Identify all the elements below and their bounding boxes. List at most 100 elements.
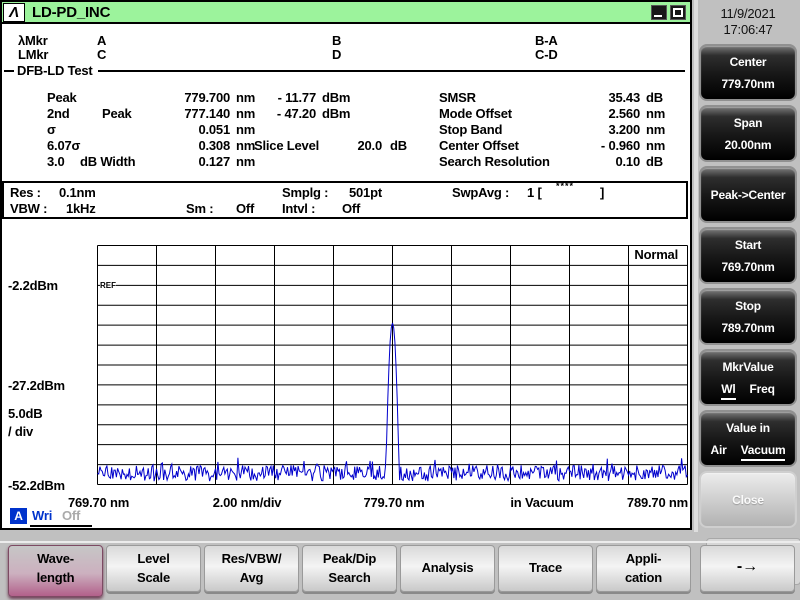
stop-wavelength-button[interactable]: Stop 789.70nm <box>699 288 797 345</box>
interval-label: Intvl : <box>282 201 315 216</box>
res-label: Res : <box>10 185 41 200</box>
spectrum-plot-area: Normal REF <box>97 245 688 485</box>
marker-b-a-label: B-A <box>535 33 558 47</box>
window-title: LD-PD_INC <box>32 4 110 21</box>
peak-level-value: - 11.77 <box>250 90 316 106</box>
center-wavelength-button[interactable]: Center 779.70nm <box>699 44 797 101</box>
tab-trace-label: Trace <box>499 560 592 575</box>
interval-value: Off <box>342 201 360 216</box>
y-axis-mid-level-label: -27.2dBm <box>8 378 65 392</box>
maximize-icon[interactable] <box>670 5 686 20</box>
smooth-label: Sm : <box>186 201 213 216</box>
start-wavelength-button[interactable]: Start 769.70nm <box>699 227 797 284</box>
marker-d-label: D <box>332 47 341 61</box>
marker-value-toggle-button[interactable]: MkrValue Wl Freq <box>699 349 797 406</box>
marker-a-label: A <box>97 33 106 47</box>
tab-application-line2: cation <box>597 570 690 585</box>
value-in-toggle-button[interactable]: Value in Air Vacuum <box>699 410 797 467</box>
mode-offset-value: 2.560 <box>554 106 640 122</box>
search-resolution-label: Search Resolution <box>439 154 550 170</box>
value-in-vacuum-option[interactable]: Vacuum <box>741 443 786 461</box>
smooth-value: Off <box>236 201 254 216</box>
sweep-average-value: 1 [ <box>527 185 542 200</box>
db-width-value: 0.127 <box>152 154 230 170</box>
trace-write-mode-label: Wri <box>32 508 52 523</box>
span-button-value: 20.00nm <box>701 138 795 152</box>
x-axis-per-div-label: 2.00 nm/div <box>192 495 302 509</box>
six-sigma-label: 6.07σ <box>47 138 80 154</box>
value-in-label: Value in <box>701 421 795 435</box>
wavelength-marker-label: λMkr <box>18 33 48 47</box>
center-button-value: 779.70nm <box>701 77 795 91</box>
sampling-label: Smplg : <box>282 185 328 200</box>
mkrvalue-frequency-option[interactable]: Freq <box>750 382 775 400</box>
mkrvalue-wavelength-option[interactable]: Wl <box>721 382 735 400</box>
sweep-average-progress: **** <box>556 181 574 196</box>
center-offset-unit: nm <box>646 138 665 154</box>
db-width-unit: nm <box>236 154 255 170</box>
tab-trace[interactable]: Trace <box>498 545 593 592</box>
tab-application-line1: Appli- <box>597 551 690 566</box>
brand-logo-icon: Λ <box>3 3 25 22</box>
mode-offset-label: Mode Offset <box>439 106 512 122</box>
slice-level-label: Slice Level <box>254 138 319 154</box>
more-arrow-icon: -→ <box>701 558 794 576</box>
datetime-display: 11/9/2021 17:06:47 <box>700 6 796 38</box>
sidebar-edge <box>694 0 698 532</box>
mkrvalue-label: MkrValue <box>701 360 795 374</box>
six-sigma-value: 0.308 <box>152 138 230 154</box>
sigma-label: σ <box>47 122 56 138</box>
sweep-average-label: SwpAvg : <box>452 185 509 200</box>
title-bar: Λ LD-PD_INC <box>2 2 690 24</box>
y-axis-ref-level-label: -2.2dBm <box>8 278 58 292</box>
sweep-settings-box: Res : 0.1nm Smplg : 501pt SwpAvg : 1 [ *… <box>2 181 688 219</box>
trace-off-state-label: Off <box>62 508 80 523</box>
tab-peak-dip-search-line2: Search <box>303 570 396 585</box>
peak-label: Peak <box>47 90 77 106</box>
tab-application[interactable]: Appli- cation <box>596 545 691 592</box>
second-peak-level-value: - 47.20 <box>250 106 316 122</box>
tab-peak-dip-search[interactable]: Peak/Dip Search <box>302 545 397 592</box>
x-axis-start-label: 769.70 nm <box>68 495 129 509</box>
stop-band-unit: nm <box>646 122 665 138</box>
db-width-label2: dB Width <box>80 154 135 170</box>
second-peak-wavelength-value: 777.140 <box>152 106 230 122</box>
search-resolution-value: 0.10 <box>554 154 640 170</box>
start-button-label: Start <box>701 238 795 252</box>
date-label: 11/9/2021 <box>700 6 796 22</box>
tab-wavelength[interactable]: Wave- length <box>8 545 103 597</box>
mode-offset-unit: nm <box>646 106 665 122</box>
divider-line <box>4 70 14 72</box>
tab-analysis[interactable]: Analysis <box>400 545 495 592</box>
tab-res-vbw-avg[interactable]: Res/VBW/ Avg <box>204 545 299 592</box>
second-peak-label: 2nd <box>47 106 70 122</box>
peak-wavelength-value: 779.700 <box>152 90 230 106</box>
six-sigma-unit: nm <box>236 138 255 154</box>
marker-c-d-label: C-D <box>535 47 558 61</box>
value-in-air-option[interactable]: Air <box>711 443 727 461</box>
minimize-icon[interactable] <box>651 5 667 20</box>
peak-to-center-label: Peak->Center <box>701 188 795 202</box>
trace-indicator-underline <box>30 525 92 527</box>
stop-band-label: Stop Band <box>439 122 502 138</box>
marker-c-label: C <box>97 47 106 61</box>
tab-level-scale[interactable]: Level Scale <box>106 545 201 592</box>
smsr-label: SMSR <box>439 90 476 106</box>
sigma-value: 0.051 <box>152 122 230 138</box>
tab-level-scale-line1: Level <box>107 551 200 566</box>
tab-res-vbw-avg-line1: Res/VBW/ <box>205 551 298 566</box>
more-pages-button[interactable]: -→ <box>700 545 795 592</box>
span-button-label: Span <box>701 116 795 130</box>
close-button-label: Close <box>701 493 795 507</box>
sweep-average-bracket: ] <box>600 185 604 200</box>
span-button[interactable]: Span 20.00nm <box>699 105 797 162</box>
peak-to-center-button[interactable]: Peak->Center <box>699 166 797 223</box>
stop-button-value: 789.70nm <box>701 321 795 335</box>
slice-level-unit: dB <box>390 138 407 154</box>
y-axis-bottom-level-label: -52.2dBm <box>8 478 65 492</box>
start-button-value: 769.70nm <box>701 260 795 274</box>
analysis-mode-title: DFB-LD Test <box>14 63 98 78</box>
center-button-label: Center <box>701 55 795 69</box>
slice-level-value: 20.0 <box>337 138 382 154</box>
divider-line <box>98 70 685 72</box>
